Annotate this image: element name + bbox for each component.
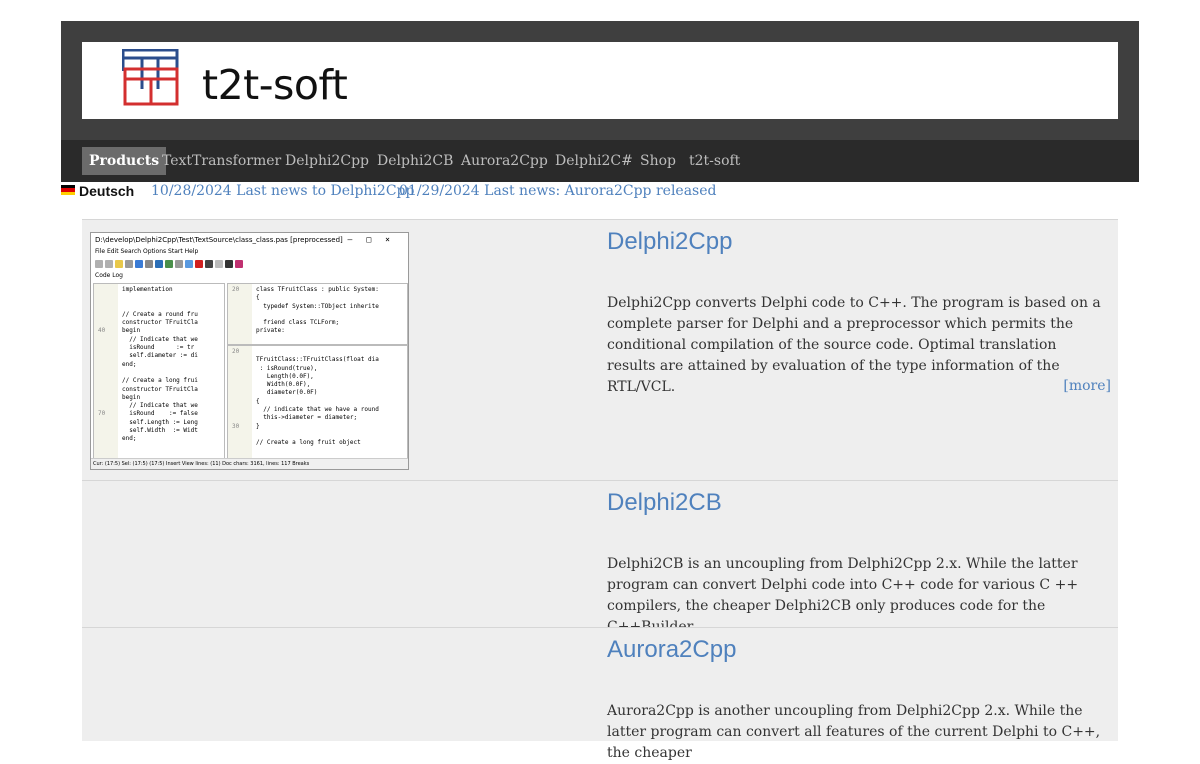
screenshot-menu-bar: File Edit Search Options Start Help [95, 248, 199, 255]
nav-item-delphi2cpp[interactable]: Delphi2Cpp [285, 147, 369, 175]
nav-item-texttransformer[interactable]: TextTransformer [162, 147, 281, 175]
product-title-delphi2cpp[interactable]: Delphi2Cpp [607, 228, 732, 256]
screenshot-toolbar [91, 257, 408, 271]
right-bottom-gutter: 20 30 [228, 346, 252, 458]
window-controls-icon: –□× [347, 235, 404, 244]
german-flag-icon [61, 185, 75, 195]
site-name: t2t-soft [202, 61, 348, 109]
more-link[interactable]: [more] [1063, 378, 1111, 394]
screenshot-right-top-pane: 20 class TFruitClass : public System: { … [227, 283, 408, 345]
nav-item-aurora2cpp[interactable]: Aurora2Cpp [461, 147, 548, 175]
site-header: t2t-soft [61, 21, 1139, 140]
right-top-code: class TFruitClass : public System: { typ… [256, 286, 379, 335]
product-description-delphi2cpp: Delphi2Cpp converts Delphi code to C++. … [607, 295, 1101, 395]
screenshot-left-pane: 40 70 implementation // Create a round f… [93, 283, 225, 459]
logo-banner[interactable]: t2t-soft [82, 42, 1118, 119]
screenshot-status-bar: Cur: (17:5) Sel: (17:5) (17:5) Insert Vi… [91, 458, 408, 469]
product-description-aurora2cpp: Aurora2Cpp is another uncoupling from De… [607, 703, 1101, 761]
left-pane-code: implementation // Create a round fru con… [122, 286, 198, 443]
nav-item-products[interactable]: Products [82, 147, 167, 175]
product-card-aurora2cpp: Aurora2Cpp Aurora2Cpp is another uncoupl… [82, 627, 1118, 761]
product-title-aurora2cpp[interactable]: Aurora2Cpp [607, 636, 736, 664]
main-nav: Products TextTransformer Delphi2Cpp Delp… [61, 140, 1139, 182]
product-card-delphi2cb: Delphi2CB Delphi2CB is an uncoupling fro… [82, 480, 1118, 635]
t2t-logo-icon [122, 49, 179, 106]
left-pane-gutter: 40 70 [94, 284, 118, 458]
product-title-delphi2cb[interactable]: Delphi2CB [607, 489, 722, 517]
screenshot-tabs: Code Log [95, 272, 123, 279]
nav-item-delphi2cb[interactable]: Delphi2CB [377, 147, 453, 175]
product-card-delphi2cpp: D:\develop\Delphi2Cpp\Test\TextSource\cl… [82, 219, 1118, 480]
nav-item-shop[interactable]: Shop [640, 147, 676, 175]
right-bottom-code: TFruitClass::TFruitClass(float dia : isR… [256, 356, 379, 447]
screenshot-right-bottom-pane: 20 30 TFruitClass::TFruitClass(float dia… [227, 345, 408, 459]
nav-item-t2t-soft[interactable]: t2t-soft [689, 147, 740, 175]
nav-item-delphi2csharp[interactable]: Delphi2C# [555, 147, 633, 175]
right-top-gutter: 20 [228, 284, 252, 344]
delphi2cpp-screenshot[interactable]: D:\develop\Delphi2Cpp\Test\TextSource\cl… [90, 232, 409, 470]
news-link-delphi2cpp[interactable]: 10/28/2024 Last news to Delphi2Cpp [151, 182, 414, 200]
news-link-aurora2cpp[interactable]: 01/29/2024 Last news: Aurora2Cpp release… [399, 182, 716, 200]
language-switch-link[interactable]: Deutsch [79, 182, 134, 200]
product-description-delphi2cb: Delphi2CB is an uncoupling from Delphi2C… [607, 556, 1079, 635]
news-bar: Deutsch 10/28/2024 Last news to Delphi2C… [61, 182, 1139, 200]
